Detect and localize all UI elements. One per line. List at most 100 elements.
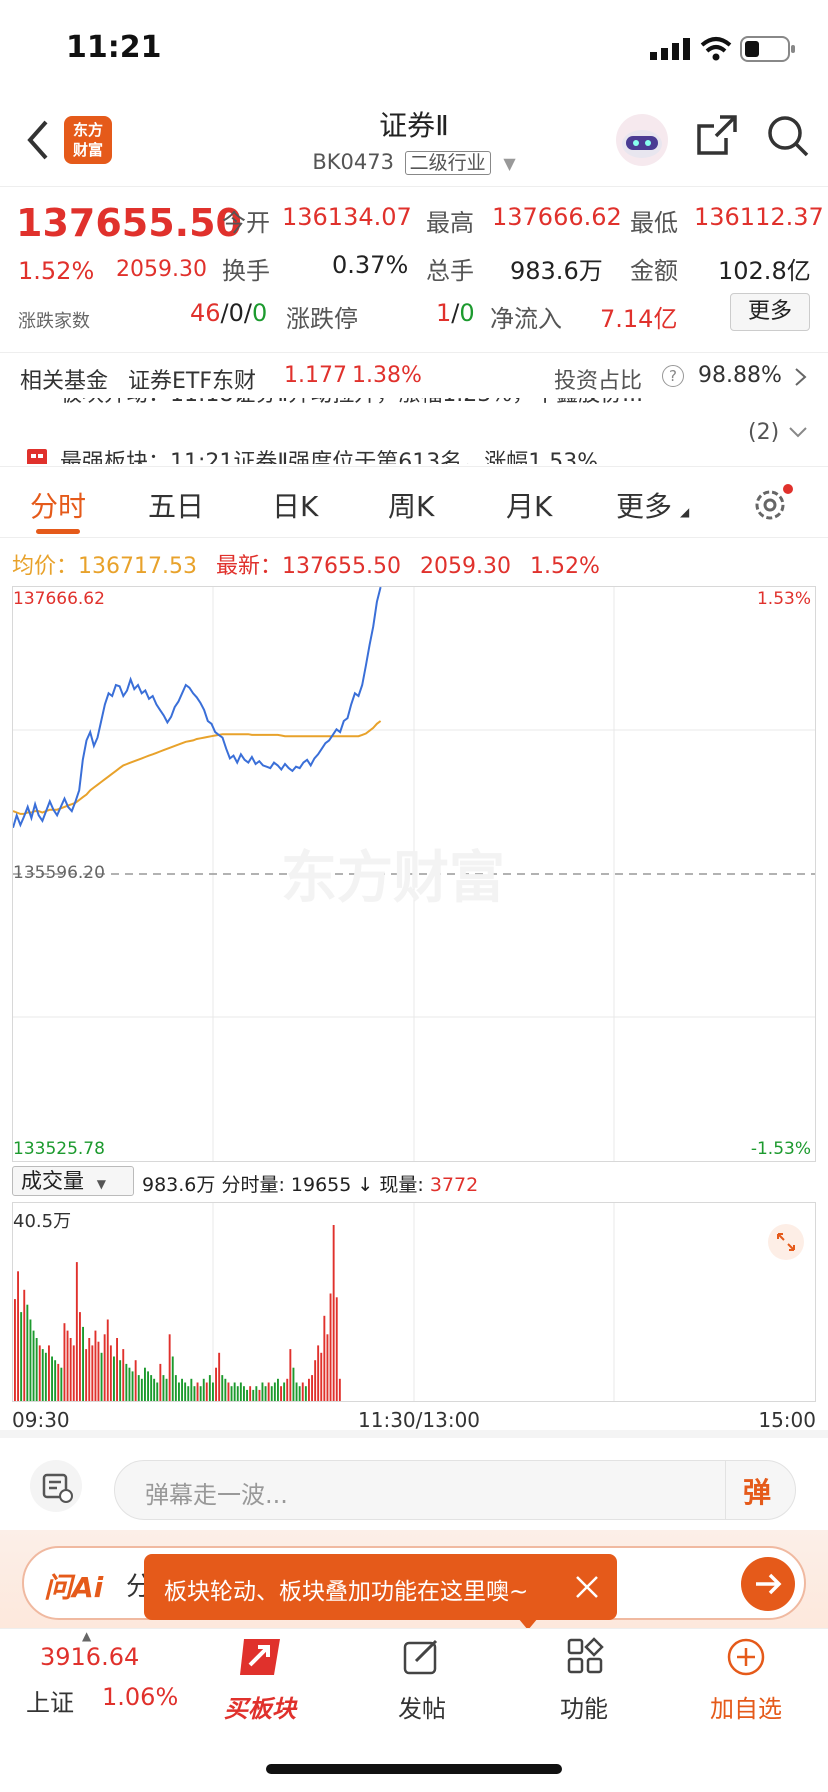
volume-bar <box>190 1378 193 1401</box>
news-line-2[interactable]: 最强板块：11:21证券Ⅱ强度位于第613名，涨幅1.53% <box>60 444 598 464</box>
tick-volume-value: 19655 <box>290 1174 352 1196</box>
tick-volume-label: 分时量: <box>221 1174 285 1196</box>
news-ticker[interactable]: 板块异动：11:18证券Ⅱ异动拉升，涨幅1.23%，中鑫股份... (2) 最强… <box>0 398 828 464</box>
volume-bar <box>184 1382 187 1401</box>
fund-price: 1.177 <box>284 363 347 388</box>
open-label: 今开 <box>222 209 270 237</box>
battery-icon <box>740 36 795 62</box>
volume-chart-svg <box>14 1203 615 1401</box>
limit-down: 0 <box>459 299 475 327</box>
change-pct: 1.52% <box>18 257 95 285</box>
adv-decline-label: 涨跌家数 <box>18 311 90 332</box>
last-label: 最新： <box>216 554 283 579</box>
volume-bar <box>153 1378 156 1401</box>
volume-bar <box>181 1378 183 1401</box>
volume-bar <box>292 1367 295 1401</box>
volume-bar <box>88 1338 91 1401</box>
index-value: 3916.64 <box>40 1643 140 1671</box>
more-button[interactable]: 更多 <box>730 293 810 331</box>
settings-gear-icon[interactable] <box>750 483 794 527</box>
pct-bottom-label: -1.53% <box>750 1139 811 1159</box>
indicator-select[interactable]: 成交量 ▼ <box>12 1166 134 1196</box>
expand-icon[interactable] <box>767 1223 805 1261</box>
volume-bar <box>178 1382 180 1401</box>
tab-more[interactable]: 更多 <box>616 485 672 525</box>
volume-bar <box>314 1360 317 1401</box>
tab-day-k[interactable]: 日K <box>272 485 318 525</box>
search-icon[interactable] <box>766 114 810 158</box>
volume-bar <box>212 1382 214 1401</box>
volume-chart[interactable]: 40.5万 <box>12 1202 816 1402</box>
volume-bar <box>150 1375 153 1401</box>
turnover-label: 换手 <box>222 257 270 285</box>
grid-icon <box>567 1637 604 1674</box>
fund-name[interactable]: 证券ETF东财 <box>128 363 256 395</box>
wifi-icon <box>700 37 732 61</box>
comment-list-icon <box>42 1473 73 1503</box>
intraday-price-chart[interactable]: 东方财富 137666.62 135596.20 133525.78 1.53%… <box>12 586 816 1162</box>
volume-bar <box>156 1382 159 1401</box>
volume-bar <box>202 1378 205 1401</box>
tab-five-day[interactable]: 五日 <box>148 485 204 525</box>
feature-tooltip[interactable]: 板块轮动、板块叠加功能在这里噢~ <box>144 1554 617 1630</box>
chevron-down-icon[interactable] <box>788 426 808 440</box>
tab-intraday[interactable]: 分时 <box>30 485 86 525</box>
volume-bar <box>69 1338 72 1401</box>
indicator-select-label: 成交量 <box>21 1169 84 1193</box>
last-change: 2059.30 <box>420 554 511 579</box>
tab-month-k[interactable]: 月K <box>506 485 552 525</box>
adv-up: 46 <box>190 299 221 327</box>
status-time: 11:21 <box>66 30 162 65</box>
quote-panel: 137655.50 1.52% 2059.30 涨跌家数 46/0/0 今开 1… <box>0 186 828 336</box>
avg-value: 136717.53 <box>78 554 197 579</box>
volume-bar <box>280 1386 282 1401</box>
volume-bar <box>100 1352 103 1401</box>
dropdown-icon[interactable]: ▼ <box>503 154 515 173</box>
robot-avatar-icon[interactable] <box>614 112 670 168</box>
volume-bar <box>332 1225 335 1401</box>
volume-bar <box>295 1382 298 1401</box>
buy-sector-label: 买板块 <box>224 1695 296 1723</box>
volume-bar <box>311 1375 313 1401</box>
volume-header: 成交量 ▼ 983.6万 分时量: 19655 ↓ 现量: 3772 <box>12 1164 816 1200</box>
danmaku-send-button[interactable]: 弹 <box>743 1471 771 1511</box>
ai-send-icon[interactable] <box>740 1556 796 1612</box>
rank-icon <box>27 449 47 464</box>
volume-bar <box>144 1367 146 1401</box>
danmaku-input[interactable]: 弹幕走一波... 弹 <box>114 1460 796 1520</box>
volume-bar <box>51 1356 53 1401</box>
down-arrow-icon: ↓ <box>357 1174 374 1196</box>
home-indicator <box>266 1764 562 1774</box>
volume-bar <box>41 1349 44 1401</box>
volume-bar <box>221 1375 224 1401</box>
close-icon[interactable] <box>574 1574 600 1600</box>
related-fund-row[interactable]: 相关基金 证券ETF东财 1.177 1.38% 投资占比 ? 98.88% <box>0 352 828 398</box>
volume-bar <box>208 1375 211 1401</box>
volume-bar <box>230 1386 233 1401</box>
volume-bar <box>14 1299 16 1401</box>
time-start: 09:30 <box>12 1408 70 1432</box>
volume-bar <box>94 1330 97 1401</box>
tab-week-k[interactable]: 周K <box>388 485 434 525</box>
comment-list-button[interactable] <box>30 1460 82 1512</box>
news-count[interactable]: (2) <box>748 420 779 445</box>
news-line-1[interactable]: 板块异动：11:18证券Ⅱ异动拉升，涨幅1.23%，中鑫股份... <box>60 398 643 408</box>
chevron-right-icon[interactable] <box>794 367 808 387</box>
last-price: 137655.50 <box>16 201 242 245</box>
ai-logo: 问Ai <box>44 1571 104 1604</box>
volume-bar <box>79 1312 81 1401</box>
volume-bar <box>277 1378 279 1401</box>
avg-price-line <box>13 720 382 815</box>
volume-bar <box>338 1378 341 1401</box>
volume-label: 总手 <box>426 257 474 285</box>
volume-bar <box>48 1345 50 1401</box>
volume-bar <box>103 1334 106 1401</box>
volume-bar <box>227 1382 230 1401</box>
volume-bar <box>171 1356 174 1401</box>
volume-bar <box>147 1371 149 1401</box>
volume-bar <box>215 1367 217 1401</box>
help-icon[interactable]: ? <box>662 365 684 387</box>
volume-bar <box>218 1352 221 1401</box>
share-icon[interactable] <box>696 114 738 156</box>
ratio-label: 投资占比 <box>554 369 643 394</box>
